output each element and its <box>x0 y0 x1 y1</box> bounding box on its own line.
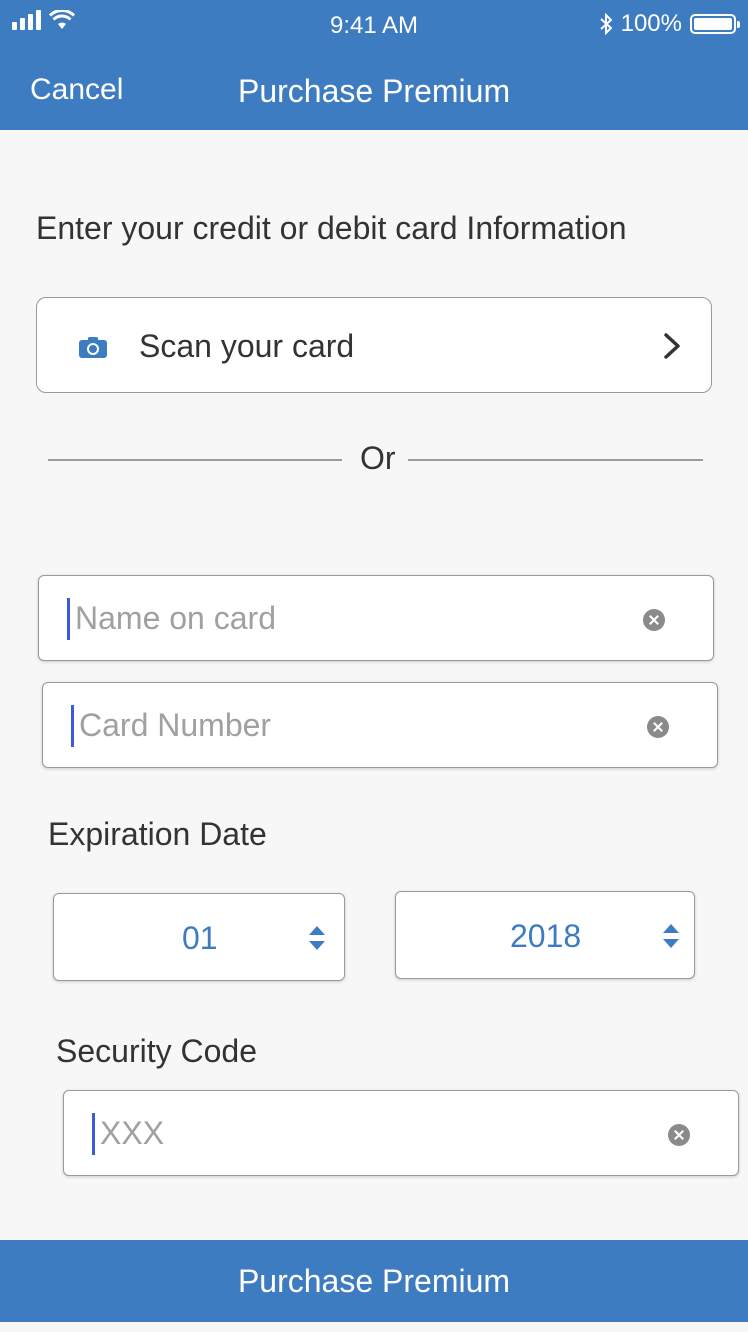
top-bar: 9:41 AM 100% Cancel Purchase Premium <box>0 0 748 130</box>
card-number-field[interactable]: Card Number <box>42 682 718 768</box>
nav-bar: Cancel Purchase Premium <box>0 65 748 120</box>
text-caret <box>92 1113 95 1155</box>
clear-card-number-icon[interactable] <box>647 716 669 738</box>
scan-card-label: Scan your card <box>139 328 355 364</box>
chevron-right-icon <box>664 333 680 359</box>
status-right: 100% <box>599 10 740 38</box>
text-caret <box>67 598 70 640</box>
cancel-button[interactable]: Cancel <box>30 73 123 107</box>
battery-icon <box>690 14 740 34</box>
or-divider-label: Or <box>360 440 396 476</box>
expiration-month-select[interactable]: 01 <box>53 893 345 981</box>
bluetooth-icon <box>599 13 613 35</box>
expiration-date-label: Expiration Date <box>48 816 267 852</box>
battery-percent: 100% <box>620 10 682 37</box>
security-code-placeholder: XXX <box>100 1115 165 1151</box>
clear-security-code-icon[interactable] <box>668 1124 690 1146</box>
status-bar: 9:41 AM 100% <box>0 0 748 50</box>
expiration-month-value: 01 <box>182 920 218 956</box>
clear-name-icon[interactable] <box>643 609 665 631</box>
camera-icon <box>79 337 107 358</box>
security-code-field[interactable]: XXX <box>63 1090 739 1176</box>
scan-card-button[interactable]: Scan your card <box>36 297 712 393</box>
divider-line-left <box>48 459 342 461</box>
divider-line-right <box>408 459 703 461</box>
instructions-text: Enter your credit or debit card Informat… <box>36 210 627 246</box>
security-code-label: Security Code <box>56 1033 257 1069</box>
name-on-card-placeholder: Name on card <box>75 600 276 636</box>
page-title: Purchase Premium <box>238 73 511 109</box>
stepper-arrows-icon <box>309 926 325 950</box>
purchase-premium-button[interactable]: Purchase Premium <box>0 1240 748 1322</box>
name-on-card-field[interactable]: Name on card <box>38 575 714 661</box>
expiration-year-select[interactable]: 2018 <box>395 891 695 979</box>
stepper-arrows-icon <box>663 924 679 948</box>
expiration-year-value: 2018 <box>510 918 582 954</box>
card-number-placeholder: Card Number <box>79 707 272 743</box>
text-caret <box>71 705 74 747</box>
